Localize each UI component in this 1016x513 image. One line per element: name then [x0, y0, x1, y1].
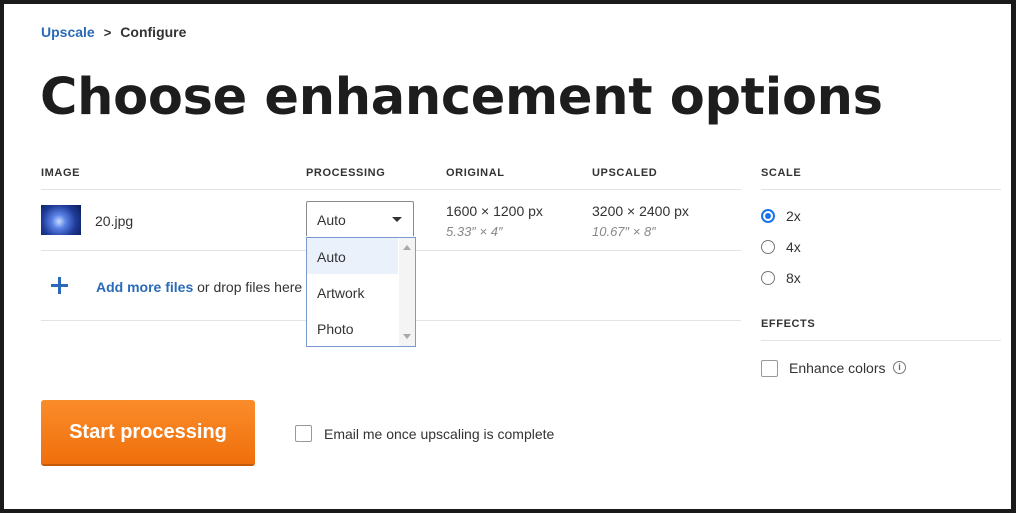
breadcrumb-upscale-link[interactable]: Upscale — [41, 24, 95, 40]
enhance-colors-checkbox[interactable] — [761, 360, 778, 377]
processing-dropdown-list: Auto Artwork Photo — [306, 237, 416, 347]
add-files-plus-icon[interactable] — [51, 277, 68, 294]
enhance-colors-label: Enhance colors — [789, 360, 886, 376]
table-header-divider — [41, 189, 741, 190]
email-notify-label: Email me once upscaling is complete — [324, 426, 555, 442]
processing-option-auto[interactable]: Auto — [307, 238, 398, 274]
file-name: 20.jpg — [95, 213, 134, 229]
original-size-inches: 5.33″ × 4″ — [446, 224, 503, 239]
scroll-up-arrow-icon[interactable] — [403, 245, 411, 250]
chevron-right-icon: > — [103, 24, 112, 40]
column-header-upscaled: UPSCALED — [592, 167, 658, 179]
scale-label-8x: 8x — [786, 270, 801, 286]
breadcrumb: Upscale > Configure — [41, 24, 186, 40]
scale-label-2x: 2x — [786, 208, 801, 224]
info-icon[interactable]: i — [893, 361, 906, 374]
app-window: Upscale > Configure Choose enhancement o… — [4, 4, 1011, 509]
column-header-image: IMAGE — [41, 167, 81, 179]
processing-select[interactable]: Auto — [306, 201, 414, 236]
caret-down-icon — [392, 217, 402, 222]
scale-divider — [761, 189, 1001, 190]
column-header-original: ORIGINAL — [446, 167, 505, 179]
upscaled-size-inches: 10.67″ × 8″ — [592, 224, 656, 239]
scale-radio-4x[interactable] — [761, 240, 775, 254]
start-processing-button[interactable]: Start processing — [41, 400, 255, 466]
image-thumbnail — [41, 205, 81, 235]
scroll-down-arrow-icon[interactable] — [403, 334, 411, 339]
drop-files-text: or drop files here — [197, 279, 303, 295]
dropdown-scrollbar[interactable] — [399, 238, 415, 346]
email-notify-checkbox[interactable] — [295, 425, 312, 442]
effects-heading: EFFECTS — [761, 318, 816, 330]
upscaled-size-px: 3200 × 2400 px — [592, 203, 689, 219]
scale-radio-2x[interactable] — [761, 209, 775, 223]
add-files-row: Add more files or drop files here — [96, 279, 302, 295]
scale-label-4x: 4x — [786, 239, 801, 255]
page-title: Choose enhancement options — [40, 68, 883, 127]
breadcrumb-current: Configure — [120, 24, 187, 40]
processing-option-photo[interactable]: Photo — [307, 310, 398, 346]
processing-option-artwork[interactable]: Artwork — [307, 274, 398, 310]
scale-radio-8x[interactable] — [761, 271, 775, 285]
add-more-files-link[interactable]: Add more files — [96, 279, 193, 295]
original-size-px: 1600 × 1200 px — [446, 203, 543, 219]
effects-divider — [761, 340, 1001, 341]
processing-select-value: Auto — [317, 212, 346, 228]
scale-heading: SCALE — [761, 167, 802, 179]
column-header-processing: PROCESSING — [306, 167, 386, 179]
